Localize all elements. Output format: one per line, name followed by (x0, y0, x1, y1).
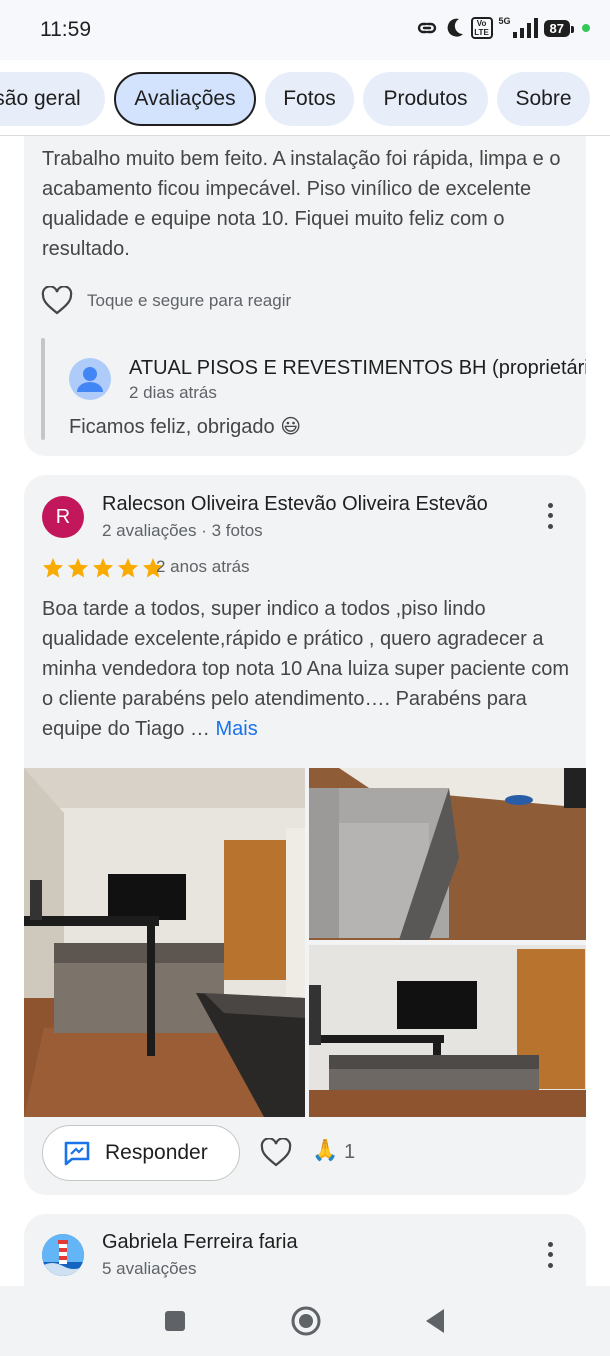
reply-icon (64, 1141, 90, 1166)
review-card: Gabriela Ferreira faria 5 avaliações (24, 1214, 586, 1286)
reaction-count: 1 (344, 1141, 356, 1163)
star-icon (42, 557, 64, 578)
star-icon (117, 557, 139, 578)
back-icon[interactable] (424, 1308, 446, 1334)
star-icon (92, 557, 114, 578)
tab-about[interactable]: Sobre (497, 72, 590, 126)
review-photo-tv-room[interactable] (309, 945, 586, 1117)
review-text: Trabalho muito bem feito. A instalação f… (42, 148, 561, 260)
respond-button[interactable]: Responder (42, 1125, 240, 1181)
tab-products[interactable]: Produtos (363, 72, 488, 126)
reply-border (41, 338, 45, 440)
network-type-label: 5G (498, 16, 511, 26)
review-text: Boa tarde a todos, super indico a todos … (42, 594, 574, 744)
review-photo-living-room[interactable] (24, 768, 305, 1117)
more-options-icon[interactable] (538, 500, 562, 532)
status-time: 11:59 (40, 18, 91, 41)
system-nav-bar (0, 1286, 610, 1356)
home-icon[interactable] (290, 1305, 322, 1337)
battery-indicator: 87 (543, 19, 575, 37)
volte-icon: Vo LTE (470, 17, 493, 39)
tab-photos[interactable]: Fotos (265, 72, 354, 126)
do-not-disturb-moon-icon (447, 18, 463, 37)
owner-avatar (69, 358, 111, 400)
reviewer-avatar[interactable]: R (42, 496, 84, 538)
star-rating (42, 557, 164, 578)
heart-icon[interactable] (260, 1138, 292, 1168)
reviews-list[interactable]: Trabalho muito bem feito. A instalação f… (0, 136, 610, 1286)
tab-overview[interactable]: são geral (0, 72, 105, 126)
tab-bar: são geral Avaliações Fotos Produtos Sobr… (0, 60, 610, 136)
react-hint: Toque e segure para reagir (87, 291, 292, 310)
status-icons: Vo LTE 5G 87 (415, 16, 590, 40)
link-icon (417, 22, 436, 34)
reviewer-name[interactable]: Gabriela Ferreira faria (102, 1231, 298, 1254)
heart-icon[interactable] (41, 286, 73, 316)
star-icon (67, 557, 89, 578)
respond-label: Responder (105, 1141, 208, 1164)
owner-reply-text: Ficamos feliz, obrigado 😃 (69, 416, 302, 438)
reviewer-meta: 2 avaliações · 3 fotos (102, 521, 263, 540)
reviewer-avatar[interactable] (42, 1234, 84, 1276)
more-link[interactable]: Mais (215, 718, 257, 740)
privacy-indicator-dot (582, 24, 590, 32)
signal-icon (512, 18, 538, 38)
tab-reviews[interactable]: Avaliações (114, 72, 256, 126)
review-time: 2 anos atrás (156, 557, 250, 576)
owner-reply-time: 2 dias atrás (129, 383, 217, 402)
reviewer-name[interactable]: Ralecson Oliveira Estevão Oliveira Estev… (102, 493, 488, 516)
owner-name: ATUAL PISOS E REVESTIMENTOS BH (propriet… (129, 357, 586, 379)
more-options-icon[interactable] (538, 1239, 562, 1271)
review-text-body: Boa tarde a todos, super indico a todos … (42, 598, 570, 740)
review-card: R Ralecson Oliveira Estevão Oliveira Est… (24, 475, 586, 1195)
review-card: Trabalho muito bem feito. A instalação f… (24, 136, 586, 456)
status-bar: 11:59 Vo LTE 5G 87 (0, 0, 610, 60)
review-photo-sofa[interactable] (309, 768, 586, 940)
lighthouse-picture (42, 1234, 84, 1276)
recent-apps-icon[interactable] (164, 1310, 186, 1332)
reaction-emoji: 🙏 (312, 1139, 339, 1162)
reviewer-meta: 5 avaliações (102, 1259, 197, 1278)
person-icon (69, 358, 111, 400)
